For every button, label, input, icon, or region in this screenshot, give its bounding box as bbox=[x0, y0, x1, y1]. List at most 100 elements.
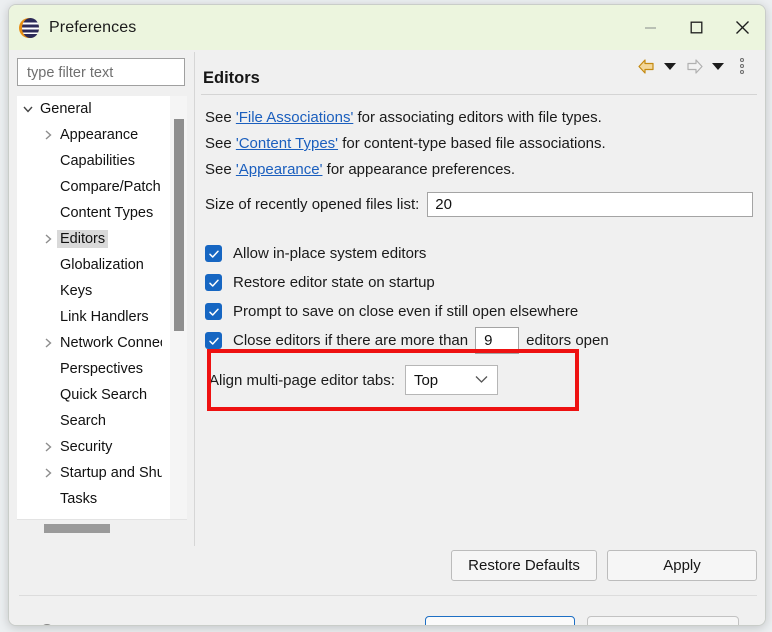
description-line: See 'File Associations' for associating … bbox=[205, 105, 753, 131]
export-preferences-button[interactable] bbox=[111, 622, 135, 625]
page-button-bar: Restore Defaults Apply bbox=[201, 550, 757, 582]
description-suffix: for content-type based file associations… bbox=[338, 135, 606, 152]
filter-box[interactable] bbox=[17, 58, 185, 87]
maximize-icon bbox=[690, 21, 702, 34]
caret-down-icon bbox=[712, 62, 724, 70]
chevron-right-icon[interactable] bbox=[39, 129, 57, 141]
restore-defaults-button[interactable]: Restore Defaults bbox=[451, 550, 597, 581]
forward-arrow-icon bbox=[686, 58, 703, 74]
align-tabs-dropdown[interactable]: Top bbox=[404, 365, 498, 395]
description-suffix: for appearance preferences. bbox=[322, 161, 516, 178]
chevron-down-icon[interactable] bbox=[19, 103, 37, 115]
preferences-dialog: Preferences type filter text General App… bbox=[8, 4, 766, 626]
sidebar-item-label: Globalization bbox=[60, 257, 144, 273]
description-line: See 'Appearance' for appearance preferen… bbox=[205, 157, 753, 183]
close-editors-label-after: editors open bbox=[526, 332, 609, 349]
sidebar-item-search[interactable]: Search bbox=[17, 408, 162, 434]
chevron-right-icon[interactable] bbox=[39, 467, 57, 479]
checkbox-row-close-editors[interactable]: Close editors if there are more than 9 e… bbox=[205, 326, 753, 355]
tree-horizontal-scrollbar[interactable] bbox=[17, 519, 187, 536]
cancel-button[interactable]: Cancel bbox=[587, 616, 739, 625]
sidebar-item-content-types[interactable]: Content Types bbox=[17, 200, 162, 226]
checkbox-group: Allow in-place system editors Restore ed… bbox=[205, 239, 753, 355]
appearance-link[interactable]: 'Appearance' bbox=[236, 161, 323, 178]
sidebar-item-editors[interactable]: Editors bbox=[17, 226, 162, 252]
sidebar-item-keys[interactable]: Keys bbox=[17, 278, 162, 304]
chevron-right-icon[interactable] bbox=[39, 337, 57, 349]
sidebar-item-globalization[interactable]: Globalization bbox=[17, 252, 162, 278]
preference-tree[interactable]: General Appearance Capabilities Compare/Pat… bbox=[17, 96, 187, 536]
page-header: Editors bbox=[201, 54, 757, 95]
checkbox-allow-in-place[interactable] bbox=[205, 245, 222, 262]
page-toolbar bbox=[635, 56, 753, 76]
back-button[interactable] bbox=[635, 56, 657, 76]
forward-history-dropdown[interactable] bbox=[707, 56, 729, 76]
forward-button[interactable] bbox=[683, 56, 705, 76]
sidebar-item-label: Network Connections bbox=[60, 335, 162, 351]
description-prefix: See bbox=[205, 109, 236, 126]
checkbox-prompt-to-save[interactable] bbox=[205, 303, 222, 320]
checkbox-close-editors[interactable] bbox=[205, 332, 222, 349]
sidebar-item-label: Content Types bbox=[60, 205, 154, 221]
title-bar-left: Preferences bbox=[9, 17, 627, 38]
sidebar-item-appearance[interactable]: Appearance bbox=[17, 122, 162, 148]
check-icon bbox=[208, 250, 219, 258]
checkbox-row-allow-in-place[interactable]: Allow in-place system editors bbox=[205, 239, 753, 268]
tree-vertical-scrollbar[interactable] bbox=[170, 96, 187, 536]
search-input[interactable] bbox=[25, 59, 185, 87]
sidebar-item-label: Compare/Patch bbox=[60, 179, 161, 195]
chevron-right-icon[interactable] bbox=[39, 441, 57, 453]
sidebar-item-label: Link Handlers bbox=[60, 309, 149, 325]
checkbox-restore-editor-state[interactable] bbox=[205, 274, 222, 291]
footer-icons: ? bbox=[9, 622, 425, 625]
minimize-button[interactable] bbox=[627, 5, 673, 50]
sidebar-item-startup-and-shutdown[interactable]: Startup and Shutdown bbox=[17, 460, 162, 486]
help-button[interactable]: ? bbox=[35, 622, 59, 625]
checkbox-row-restore-editor-state[interactable]: Restore editor state on startup bbox=[205, 268, 753, 297]
apply-button[interactable]: Apply bbox=[607, 550, 757, 581]
sidebar-item-general[interactable]: General bbox=[17, 96, 162, 122]
view-menu-button[interactable] bbox=[731, 56, 753, 76]
recent-files-input[interactable]: 20 bbox=[427, 192, 753, 217]
minimize-icon bbox=[644, 27, 656, 29]
close-editors-value: 9 bbox=[484, 332, 493, 349]
sidebar-item-security[interactable]: Security bbox=[17, 434, 162, 460]
maximize-button[interactable] bbox=[673, 5, 719, 50]
eclipse-logo-icon bbox=[19, 17, 39, 38]
tree-horizontal-scrollbar-thumb[interactable] bbox=[44, 524, 110, 533]
description-line: See 'Content Types' for content-type bas… bbox=[205, 131, 753, 157]
close-button[interactable] bbox=[719, 5, 765, 50]
sidebar-item-capabilities[interactable]: Capabilities bbox=[17, 148, 162, 174]
caret-down-icon bbox=[664, 62, 676, 70]
checkbox-row-prompt-to-save[interactable]: Prompt to save on close even if still op… bbox=[205, 297, 753, 326]
tree-vertical-scrollbar-thumb[interactable] bbox=[174, 119, 184, 331]
close-editors-spinner[interactable]: 9 bbox=[475, 327, 520, 354]
sidebar-item-label: Editors bbox=[57, 230, 109, 248]
sidebar-item-quick-search[interactable]: Quick Search bbox=[17, 382, 162, 408]
description-prefix: See bbox=[205, 135, 236, 152]
sidebar-item-compare-patch[interactable]: Compare/Patch bbox=[17, 174, 162, 200]
chevron-right-icon[interactable] bbox=[39, 233, 57, 245]
tree-rows: General Appearance Capabilities Compare/Pat… bbox=[17, 96, 162, 516]
content-types-link[interactable]: 'Content Types' bbox=[236, 135, 338, 152]
align-tabs-value: Top bbox=[413, 371, 439, 389]
file-associations-link[interactable]: 'File Associations' bbox=[236, 109, 353, 126]
sidebar-item-label: Search bbox=[60, 413, 106, 429]
sidebar-item-network-connections[interactable]: Network Connections bbox=[17, 330, 162, 356]
sidebar-item-perspectives[interactable]: Perspectives bbox=[17, 356, 162, 382]
align-tabs-label: Align multi-page editor tabs: bbox=[209, 371, 395, 389]
check-icon bbox=[208, 337, 219, 345]
sidebar-item-label: Capabilities bbox=[60, 153, 135, 169]
help-icon: ? bbox=[43, 624, 51, 625]
sidebar-item-link-handlers[interactable]: Link Handlers bbox=[17, 304, 162, 330]
apply-and-close-button[interactable]: Apply and Close bbox=[425, 616, 575, 625]
import-preferences-button[interactable] bbox=[73, 622, 97, 625]
checkbox-label: Allow in-place system editors bbox=[233, 245, 427, 262]
sidebar-item-label: Tasks bbox=[60, 491, 98, 507]
preference-page: Editors See 'File Associations' for asso… bbox=[201, 54, 757, 546]
check-icon bbox=[208, 308, 219, 316]
page-content: See 'File Associations' for associating … bbox=[201, 95, 757, 411]
back-history-dropdown[interactable] bbox=[659, 56, 681, 76]
recent-files-row: Size of recently opened files list: 20 bbox=[205, 192, 753, 217]
sidebar-item-tasks[interactable]: Tasks bbox=[17, 486, 162, 512]
